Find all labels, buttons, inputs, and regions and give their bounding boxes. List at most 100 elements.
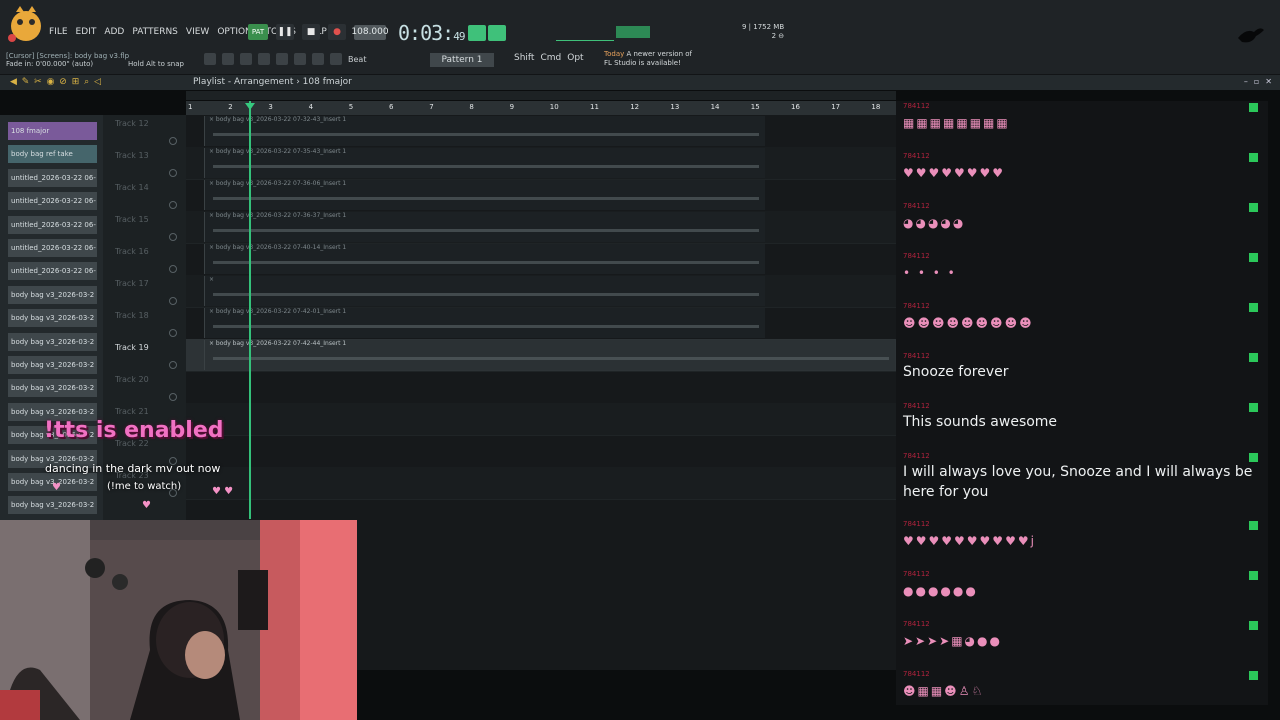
track-name[interactable]: Track 13 [115, 151, 149, 160]
chat-username[interactable]: 784112 [903, 202, 930, 210]
audio-clip[interactable]: × body bag v3_2026-03-22 07-40-14_Insert… [204, 244, 765, 274]
track-enable-icon[interactable] [169, 361, 177, 369]
picker-item[interactable]: body bag v3_2026-03-2 [8, 285, 97, 304]
track-row[interactable] [186, 435, 896, 468]
audio-clip[interactable]: × body bag v3_2026-03-22 07-36-06_Insert… [204, 180, 765, 210]
audio-clip[interactable]: × body bag v3_2026-03-22 07-35-43_Insert… [204, 148, 765, 178]
picker-item[interactable]: body bag v3_2026-03-2 [8, 496, 97, 515]
track-name[interactable]: Track 20 [115, 375, 149, 384]
track-name[interactable]: Track 14 [115, 183, 149, 192]
chat-username[interactable]: 784112 [903, 102, 930, 110]
record-button[interactable]: ● [328, 24, 346, 40]
shift-button[interactable]: Shift [514, 53, 534, 63]
track-enable-icon[interactable] [169, 265, 177, 273]
menu-patterns[interactable]: PATTERNS [131, 27, 179, 37]
audio-clip[interactable]: × body bag v3_2026-03-22 07-32-43_Insert… [204, 116, 765, 146]
track-row[interactable]: × body bag v3_2026-03-22 07-36-06_Insert… [186, 179, 896, 212]
play-pause-button[interactable]: ❚❚ [276, 24, 294, 40]
track-name[interactable]: Track 15 [115, 215, 149, 224]
chat-text: This sounds awesome [903, 414, 1058, 430]
track-row[interactable]: × body bag v3_2026-03-22 07-42-44_Insert… [186, 339, 896, 372]
picker-item[interactable]: body bag v3_2026-03-2 [8, 379, 97, 398]
picker-item[interactable]: untitled_2026-03-22 06- [8, 239, 97, 257]
track-row[interactable]: × body bag v3_2026-03-22 07-32-43_Insert… [186, 115, 896, 148]
picker-item[interactable]: body bag v3_2026-03-2 [8, 332, 97, 351]
track-row[interactable] [186, 371, 896, 404]
tempo-display[interactable]: 108.000 [351, 24, 389, 40]
chat-username[interactable]: 784112 [903, 302, 930, 310]
audio-clip[interactable]: × body bag v3_2026-03-22 07-42-44_Insert… [204, 340, 895, 370]
picker-item[interactable]: body bag ref take [8, 145, 97, 164]
chat-username[interactable]: 784112 [903, 402, 930, 410]
menu-file[interactable]: FILE [48, 27, 69, 37]
chat-username[interactable]: 784112 [903, 452, 930, 460]
track-name[interactable]: Track 19 [115, 343, 149, 352]
chat-username[interactable]: 784112 [903, 570, 930, 578]
tool-icon-7[interactable] [312, 53, 324, 65]
stop-button[interactable]: ■ [302, 24, 320, 40]
snap-beat-select[interactable]: Beat [348, 55, 366, 64]
microphone-icon[interactable] [330, 53, 342, 65]
track-name[interactable]: Track 16 [115, 247, 149, 256]
playhead[interactable] [249, 101, 251, 519]
track-name[interactable]: Track 12 [115, 119, 149, 128]
tool-icon-6[interactable] [294, 53, 306, 65]
picker-item[interactable]: untitled_2026-03-22 06- [8, 262, 97, 281]
track-row[interactable]: × body bag v3_2026-03-22 07-42-01_Insert… [186, 307, 896, 340]
track-row[interactable] [186, 467, 896, 500]
track-row[interactable]: × body bag v3_2026-03-22 07-36-37_Insert… [186, 211, 896, 244]
mode-button-1[interactable] [468, 25, 486, 41]
audio-clip[interactable]: × body bag v3_2026-03-22 07-36-37_Insert… [204, 212, 765, 242]
track-row[interactable] [186, 403, 896, 436]
track-enable-icon[interactable] [169, 297, 177, 305]
pattern-selector[interactable]: Pattern 1 [430, 53, 494, 67]
timeline-ruler[interactable]: 1 2 3 4 5 6 7 8 9 10 11 12 13 14 15 16 17 18 [186, 101, 896, 115]
picker-item[interactable]: body bag v3_2026-03-2 [8, 309, 97, 328]
tool-icon-5[interactable] [276, 53, 288, 65]
menu-view[interactable]: VIEW [185, 27, 210, 37]
track-name[interactable]: Track 18 [115, 311, 149, 320]
audio-clip[interactable]: × body bag v3_2026-03-22 07-42-01_Insert… [204, 308, 765, 338]
tool-icon-4[interactable] [258, 53, 270, 65]
minimize-icon[interactable]: – [1244, 77, 1248, 86]
opt-button[interactable]: Opt [567, 53, 583, 63]
track-row[interactable]: × body bag v3_2026-03-22 07-35-43_Insert… [186, 147, 896, 180]
playlist-tools[interactable]: ◀ ✎ ✂ ◉ ⊘ ⊞ ⌕ ◁ [10, 77, 102, 87]
mode-button-2[interactable] [488, 25, 506, 41]
playhead-marker-icon[interactable] [245, 103, 255, 110]
track-name[interactable]: Track 21 [115, 407, 149, 416]
chat-username[interactable]: 784112 [903, 352, 930, 360]
track-row[interactable]: × body bag v3_2026-03-22 07-40-14_Insert… [186, 243, 896, 276]
chat-username[interactable]: 784112 [903, 620, 930, 628]
track-enable-icon[interactable] [169, 201, 177, 209]
track-enable-icon[interactable] [169, 169, 177, 177]
maximize-icon[interactable]: ▫ [1254, 77, 1259, 86]
tool-icon-1[interactable] [204, 53, 216, 65]
track-enable-icon[interactable] [169, 329, 177, 337]
chat-username[interactable]: 784112 [903, 670, 930, 678]
news-panel[interactable]: Today A newer version of FL Studio is av… [604, 50, 692, 68]
menu-add[interactable]: ADD [103, 27, 125, 37]
cmd-button[interactable]: Cmd [540, 53, 561, 63]
picker-item[interactable]: body bag v3_2026-03-2 [8, 356, 97, 374]
track-enable-icon[interactable] [169, 137, 177, 145]
audio-clip[interactable]: × [204, 276, 765, 306]
picker-item[interactable]: 108 fmajor [8, 122, 97, 140]
picker-item[interactable]: untitled_2026-03-22 06- [8, 192, 97, 211]
chat-username[interactable]: 784112 [903, 252, 930, 260]
chat-username[interactable]: 784112 [903, 152, 930, 160]
track-row[interactable]: × [186, 275, 896, 308]
tool-icon-3[interactable] [240, 53, 252, 65]
chat-username[interactable]: 784112 [903, 520, 930, 528]
track-enable-icon[interactable] [169, 393, 177, 401]
picker-item[interactable]: untitled_2026-03-22 06- [8, 215, 97, 234]
track-enable-icon[interactable] [169, 233, 177, 241]
fl-studio-logo-icon[interactable] [6, 4, 46, 48]
track-name[interactable]: Track 17 [115, 279, 149, 288]
menu-edit[interactable]: EDIT [75, 27, 98, 37]
close-icon[interactable]: ✕ [1265, 77, 1272, 86]
horizontal-scrollbar[interactable] [186, 91, 896, 190]
pat-song-toggle[interactable]: PAT [248, 24, 268, 40]
picker-item[interactable]: untitled_2026-03-22 06- [8, 168, 97, 187]
tool-icon-2[interactable] [222, 53, 234, 65]
